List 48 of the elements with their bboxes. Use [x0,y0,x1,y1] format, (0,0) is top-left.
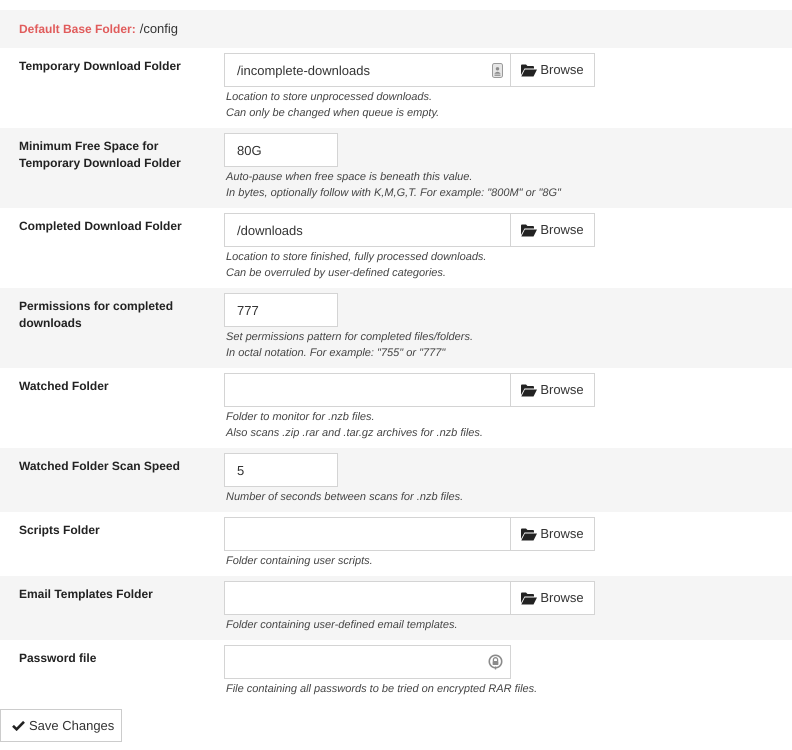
help-text: Also scans .zip .rar and .tar.gz archives for .nzb files. [226,426,484,441]
help-text: Folder to monitor for .nzb files. [226,410,376,425]
help-text: Location to store finished, fully processed downloads. [226,250,488,265]
setting-label: Scripts Folder [19,522,101,539]
help-text: Auto-pause when free space is beneath this value. [226,170,474,185]
base-folder-label: Default Base Folder: [19,21,136,38]
browse-button[interactable]: Browse [510,373,595,407]
help-text: Folder containing user-defined email templates. [226,618,459,633]
setting-label: Watched Folder Scan Speed [19,458,181,475]
text-input[interactable]: 777 [224,293,338,327]
lock-circle-icon[interactable] [488,654,503,670]
path-input[interactable] [224,645,511,679]
path-input[interactable] [224,517,511,551]
setting-label: Minimum Free Space for Temporary Download Folder [19,138,182,172]
path-input[interactable] [224,373,511,407]
help-text: File containing all passwords to be tried on encrypted RAR files. [226,682,538,697]
help-text: Folder containing user scripts. [226,554,374,569]
help-text: Can be overruled by user-defined categories. [226,266,447,281]
setting-label: Email Templates Folder [19,586,154,603]
help-text: Number of seconds between scans for .nzb files. [226,490,464,505]
browse-button[interactable]: Browse [510,213,595,247]
browse-button[interactable]: Browse [510,53,595,87]
setting-label: Permissions for completed downloads [19,298,174,332]
setting-label: Temporary Download Folder [19,58,182,75]
text-input[interactable]: 5 [224,453,338,487]
path-input[interactable] [224,581,511,615]
folder-icon [521,592,538,604]
folder-icon [521,384,538,396]
text-input[interactable]: 80G [224,133,338,167]
contact-card-icon[interactable] [492,62,503,78]
path-input[interactable]: /downloads [224,213,511,247]
folder-icon [521,528,538,540]
save-changes-button[interactable]: Save Changes [0,709,122,742]
setting-label: Completed Download Folder [19,218,183,235]
help-text: Location to store unprocessed downloads. [226,90,434,105]
help-text: In bytes, optionally follow with K,M,G,T. For example: "800M" or "8G" [226,186,561,201]
browse-button[interactable]: Browse [510,517,595,551]
base-folder-value: /config [140,20,178,38]
path-input[interactable]: /incomplete-downloads [224,53,511,87]
help-text: Can only be changed when queue is empty. [226,106,440,121]
browse-button[interactable]: Browse [510,581,595,615]
check-icon [12,720,25,731]
help-text: Set permissions pattern for completed files/folders. [226,330,474,345]
folder-icon [521,64,538,76]
setting-label: Password file [19,650,98,667]
help-text: In octal notation. For example: "755" or "777" [226,346,447,361]
setting-label: Watched Folder [19,378,110,395]
folder-icon [521,224,538,236]
